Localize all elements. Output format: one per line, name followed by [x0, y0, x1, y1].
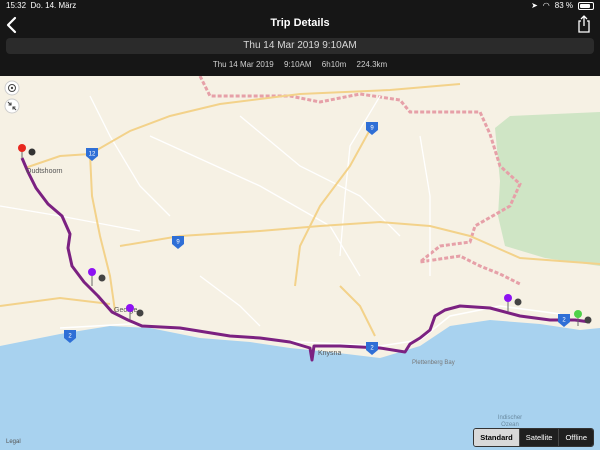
- legal-link[interactable]: Legal: [6, 439, 21, 445]
- status-bar: 15:32 Do. 14. März ➤ ◠ 83 %: [0, 0, 600, 12]
- trip-distance: 224.3km: [356, 60, 388, 69]
- trip-duration: 6h10m: [321, 60, 347, 69]
- fit-route-button[interactable]: [4, 98, 20, 114]
- share-button[interactable]: [576, 15, 592, 33]
- park-area: [495, 112, 600, 266]
- page-title: Trip Details: [270, 17, 330, 29]
- place-label-knysna: Knysna: [318, 350, 341, 357]
- stop-marker: [584, 316, 592, 324]
- battery-percent: 83 %: [554, 1, 573, 10]
- collapse-arrows-icon: [4, 98, 20, 114]
- locate-button[interactable]: [4, 80, 20, 96]
- trip-date: Thu 14 Mar 2019: [212, 60, 274, 69]
- ocean-label-line1: Indischer: [498, 415, 522, 421]
- stop-marker: [514, 298, 522, 306]
- battery-icon: [578, 1, 594, 10]
- navigation-bar: Trip Details: [0, 12, 600, 38]
- stop-marker: [136, 309, 144, 317]
- stop-marker: [98, 274, 106, 282]
- map-type-selector: Standard Satellite Offline: [473, 428, 594, 447]
- stop-marker: [28, 148, 36, 156]
- location-icon: ➤: [531, 1, 538, 10]
- trip-time: 9:10AM: [283, 60, 312, 69]
- wifi-icon: ◠: [542, 1, 550, 10]
- place-label-plettenberg-bay: Plettenberg Bay: [412, 360, 455, 366]
- trip-datetime-selector[interactable]: Thu 14 Mar 2019 9:10AM: [6, 38, 594, 54]
- map-type-offline[interactable]: Offline: [558, 429, 593, 446]
- share-icon: [578, 15, 590, 33]
- svg-text:12: 12: [89, 152, 96, 158]
- trip-stats: Thu 14 Mar 2019 9:10AM 6h10m 224.3km: [0, 60, 600, 69]
- trip-info-bar: Thu 14 Mar 2019 9:10AM Thu 14 Mar 2019 9…: [0, 38, 600, 76]
- place-label-oudtshoorn: Oudtshoorn: [26, 168, 63, 175]
- map-type-standard[interactable]: Standard: [474, 429, 519, 446]
- status-time-date: 15:32 Do. 14. März: [6, 1, 77, 10]
- map-type-satellite[interactable]: Satellite: [518, 429, 559, 446]
- crosshair-icon: [4, 80, 20, 96]
- trip-map[interactable]: 12 9 9 2 2 2 Oudtshoorn George Knysna Pl…: [0, 76, 600, 450]
